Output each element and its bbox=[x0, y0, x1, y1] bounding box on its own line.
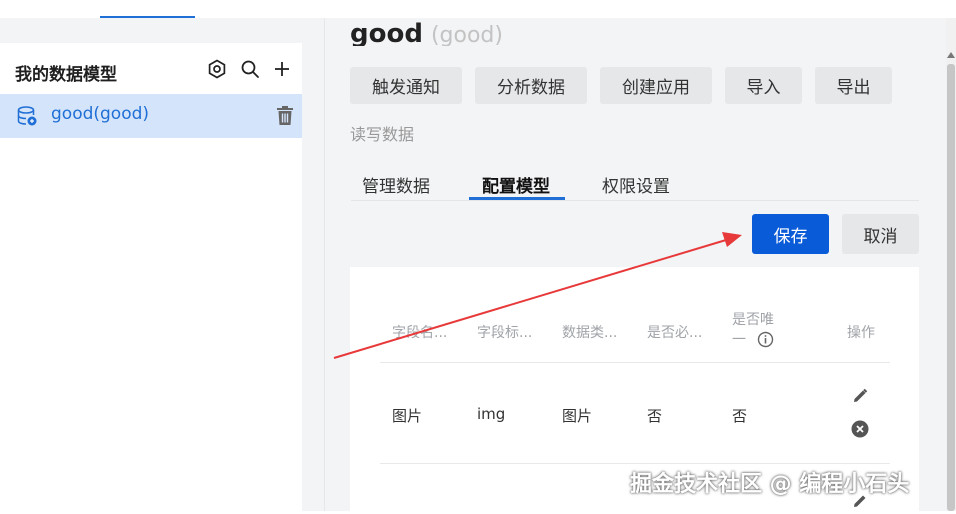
analyze-data-button[interactable]: 分析数据 bbox=[475, 67, 587, 104]
cancel-button[interactable]: 取消 bbox=[842, 214, 919, 254]
watermark-text: 掘金技术社区 @ 编程小石头 bbox=[630, 472, 910, 497]
model-item-label: good(good) bbox=[51, 104, 150, 124]
tabs-divider bbox=[351, 200, 919, 201]
tab-manage-data[interactable]: 管理数据 bbox=[362, 172, 430, 197]
tab-configure-model[interactable]: 配置模型 bbox=[482, 172, 550, 197]
search-icon[interactable] bbox=[239, 58, 261, 80]
model-title-suffix: (good) bbox=[430, 23, 503, 47]
scroll-up-arrow-icon[interactable] bbox=[947, 52, 955, 58]
cell-unique: 否 bbox=[732, 407, 748, 425]
table-header-divider bbox=[380, 362, 890, 363]
edit-icon[interactable] bbox=[851, 387, 869, 405]
create-app-button[interactable]: 创建应用 bbox=[600, 67, 712, 104]
cell-field-name: 图片 bbox=[392, 407, 423, 425]
tab-permission-settings[interactable]: 权限设置 bbox=[602, 172, 670, 197]
model-title: good bbox=[350, 22, 423, 46]
header-data-type: 数据类... bbox=[562, 325, 618, 341]
settings-icon[interactable] bbox=[206, 58, 228, 80]
save-button[interactable]: 保存 bbox=[752, 214, 829, 254]
header-field-name: 字段名... bbox=[392, 325, 448, 341]
import-button[interactable]: 导入 bbox=[725, 67, 802, 104]
model-list-item[interactable] bbox=[0, 94, 302, 138]
delete-circle-icon[interactable] bbox=[851, 420, 869, 438]
trash-icon[interactable] bbox=[274, 105, 296, 127]
add-icon[interactable] bbox=[271, 58, 293, 80]
active-tab-indicator bbox=[469, 197, 565, 200]
cell-data-type: 图片 bbox=[562, 407, 593, 425]
header-required: 是否必... bbox=[647, 325, 703, 341]
info-icon[interactable] bbox=[757, 331, 774, 348]
cell-required: 否 bbox=[647, 407, 663, 425]
scrollbar-thumb[interactable] bbox=[947, 64, 955, 511]
cell-field-label: img bbox=[477, 405, 506, 423]
header-field-label: 字段标... bbox=[477, 325, 533, 341]
permission-label: 读写数据 bbox=[350, 125, 415, 144]
model-list-title: 我的数据模型 bbox=[15, 65, 117, 85]
export-button[interactable]: 导出 bbox=[815, 67, 892, 104]
database-icon bbox=[16, 105, 38, 127]
table-row-divider bbox=[380, 463, 890, 464]
header-actions: 操作 bbox=[847, 325, 875, 341]
page-title: good (good) bbox=[350, 22, 503, 46]
trigger-notification-button[interactable]: 触发通知 bbox=[350, 67, 462, 104]
